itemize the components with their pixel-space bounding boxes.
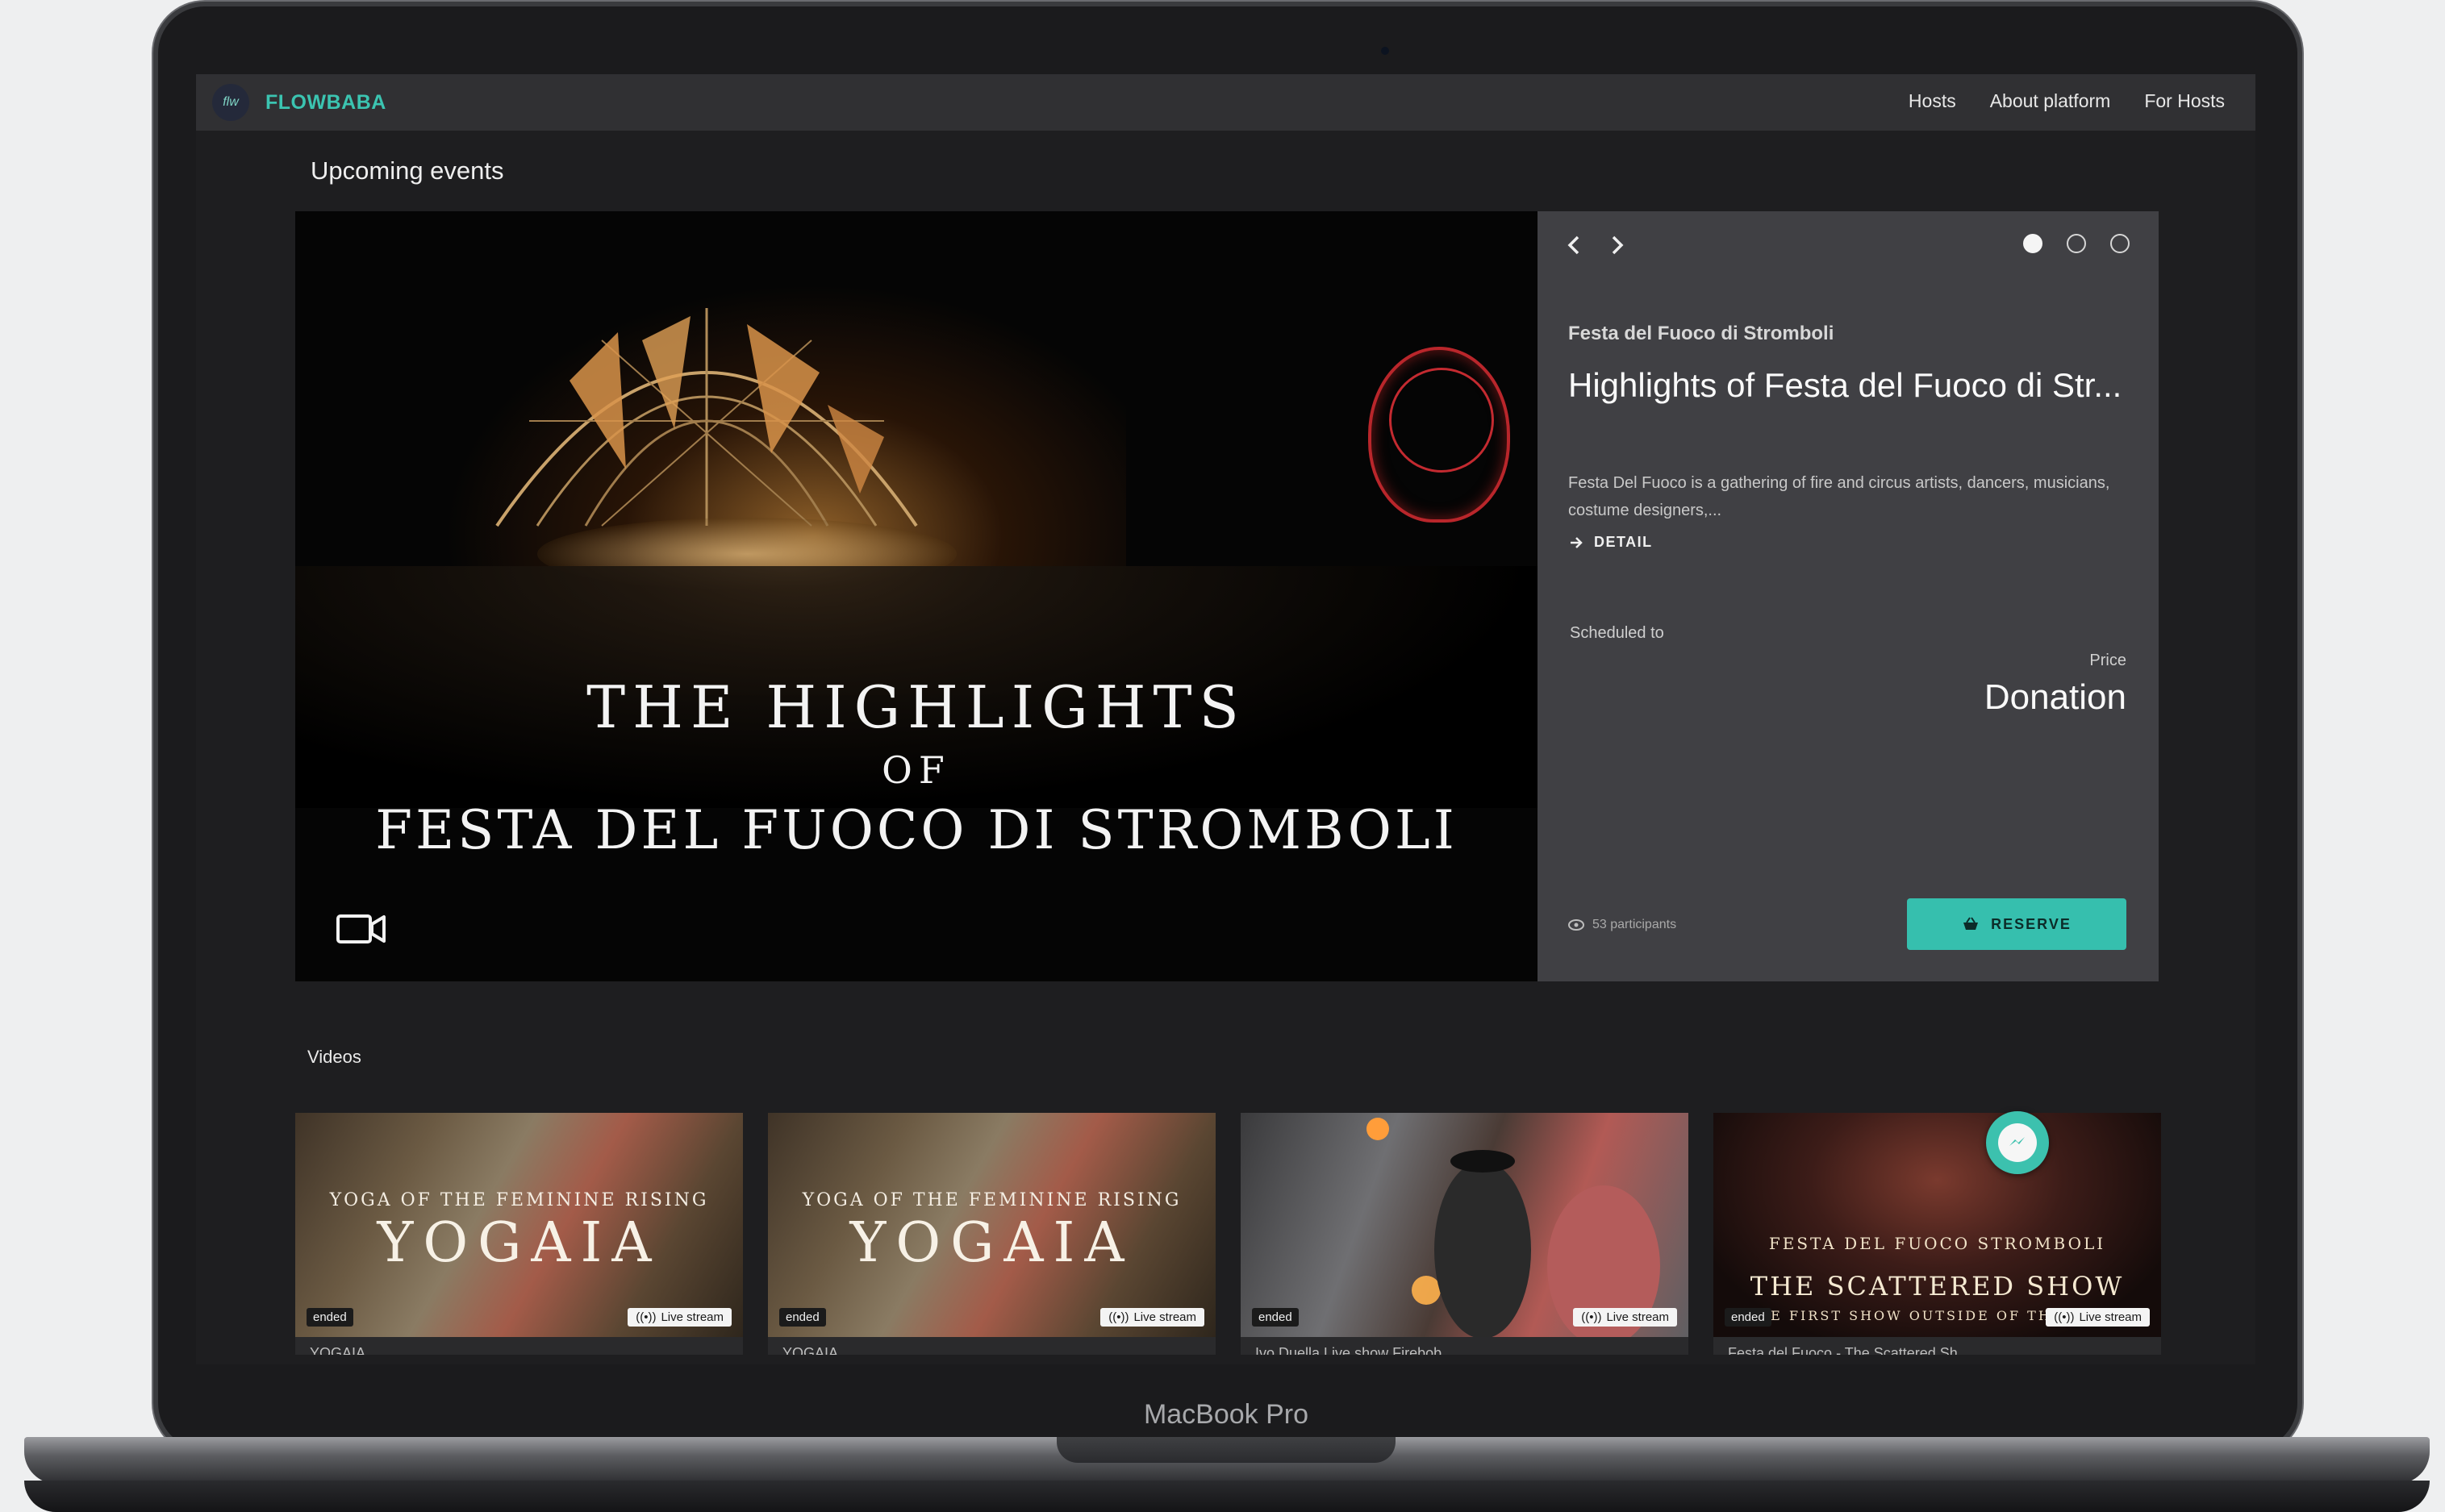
festival-emblem-icon	[1368, 347, 1510, 523]
nav-links: Hosts About platform For Hosts	[1909, 90, 2225, 112]
detail-label: DETAIL	[1594, 534, 1653, 550]
hero-title-line-1: The Highlights	[586, 673, 1246, 741]
nav-link-for-hosts[interactable]: For Hosts	[2144, 90, 2225, 112]
live-stream-label: Live stream	[661, 1310, 724, 1324]
flowbaba-logo-icon[interactable]: flw	[212, 84, 249, 121]
price-value: Donation	[1984, 677, 2126, 717]
basket-icon	[1963, 917, 1979, 930]
carousel-dot-3[interactable]	[2110, 234, 2130, 253]
device-model-label: MacBook Pro	[1143, 1399, 1309, 1430]
scheduled-label: Scheduled to	[1570, 624, 1664, 642]
video-card-scattered-show[interactable]: FESTA DEL FUOCO STROMBOLI THE SCATTERED …	[1713, 1113, 2161, 1355]
live-stream-label: Live stream	[1606, 1310, 1669, 1324]
fire-performer-graphic	[1366, 1118, 1660, 1337]
price-label: Price	[2089, 652, 2126, 669]
live-stream-badge: ((•)) Live stream	[1100, 1308, 1204, 1327]
browser-screen: flw FLOWBABA Hosts About platform For Ho…	[196, 74, 2255, 1364]
video-thumbnail[interactable]: ended ((•)) Live stream	[1241, 1113, 1688, 1337]
broadcast-icon: ((•))	[1108, 1310, 1129, 1324]
live-stream-badge: ((•)) Live stream	[1573, 1308, 1677, 1327]
participants-count: 53 participants	[1568, 918, 1676, 932]
ended-badge: ended	[307, 1308, 353, 1327]
eye-icon	[1568, 919, 1584, 931]
messenger-bolt-icon	[2009, 1137, 2025, 1146]
video-card-fire-show[interactable]: ended ((•)) Live stream Ivo Duella Live …	[1241, 1113, 1688, 1355]
video-card-yogaia-2[interactable]: YOGA OF THE FEMININE RISING YOGAIA ended…	[768, 1113, 1216, 1355]
carousel-dot-1[interactable]	[2023, 234, 2042, 253]
videos-list: YOGA OF THE FEMININE RISING YOGAIA ended…	[295, 1113, 2161, 1355]
live-stream-badge: ((•)) Live stream	[2046, 1308, 2150, 1327]
next-slide-button[interactable]	[1600, 229, 1633, 261]
hero-title: The Highlights of Festa del Fuoco di Str…	[295, 671, 1538, 864]
video-card-yogaia-1[interactable]: YOGA OF THE FEMININE RISING YOGAIA ended…	[295, 1113, 743, 1355]
messenger-chat-button[interactable]	[1986, 1111, 2049, 1174]
hero-title-line-3: Festa del Fuoco di Stromboli	[375, 799, 1458, 861]
brand-name[interactable]: FLOWBABA	[265, 91, 386, 115]
event-detail-panel: Festa del Fuoco di Stromboli Highlights …	[1538, 211, 2159, 981]
top-navbar: flw FLOWBABA Hosts About platform For Ho…	[196, 74, 2255, 131]
event-host-name[interactable]: Festa del Fuoco di Stromboli	[1568, 323, 1834, 345]
ended-badge: ended	[779, 1308, 826, 1327]
thumbnail-title: YOGAIA	[377, 1211, 661, 1275]
thumbnail-subtitle: FESTA DEL FUOCO STROMBOLI	[1768, 1234, 2106, 1253]
prev-slide-button[interactable]	[1558, 229, 1591, 261]
reserve-button[interactable]: RESERVE	[1907, 898, 2126, 950]
reserve-label: RESERVE	[1991, 915, 2072, 932]
live-stream-label: Live stream	[2079, 1310, 2142, 1324]
video-thumbnail[interactable]: FESTA DEL FUOCO STROMBOLI THE SCATTERED …	[1713, 1113, 2161, 1337]
video-thumbnail[interactable]: YOGA OF THE FEMININE RISING YOGAIA ended…	[768, 1113, 1216, 1337]
live-stream-badge: ((•)) Live stream	[628, 1308, 732, 1327]
video-thumbnail[interactable]: YOGA OF THE FEMININE RISING YOGAIA ended…	[295, 1113, 743, 1337]
thumbnail-subtitle: YOGA OF THE FEMININE RISING	[329, 1190, 709, 1210]
upcoming-events-heading: Upcoming events	[311, 156, 504, 185]
event-title: Highlights of Festa del Fuoco di Str...	[1568, 366, 2122, 404]
event-hero-image[interactable]: The Highlights of Festa del Fuoco di Str…	[295, 211, 1538, 981]
broadcast-icon: ((•))	[2054, 1310, 2075, 1324]
carousel-dots	[2023, 234, 2130, 253]
laptop-base-bottom	[24, 1481, 2430, 1512]
video-title[interactable]: YOGAIA	[310, 1345, 365, 1355]
broadcast-icon: ((•))	[636, 1310, 657, 1324]
emblem-ring	[1389, 368, 1494, 473]
video-camera-icon	[336, 914, 386, 943]
video-title[interactable]: YOGAIA	[782, 1345, 838, 1355]
laptop-hinge-notch	[1057, 1437, 1396, 1463]
participants-text: 53 participants	[1592, 918, 1677, 931]
broadcast-icon: ((•))	[1581, 1310, 1602, 1324]
arrow-right-icon	[1571, 536, 1583, 548]
video-title[interactable]: Ivo Duella Live show Firebob...	[1255, 1345, 1454, 1355]
thumbnail-title: THE SCATTERED SHOW	[1750, 1271, 2125, 1302]
video-title[interactable]: Festa del Fuoco - The Scattered Sh...	[1728, 1345, 1970, 1355]
camera-dot	[1381, 47, 1389, 55]
videos-heading: Videos	[307, 1047, 361, 1067]
carousel-dot-2[interactable]	[2067, 234, 2086, 253]
thumbnail-title: YOGAIA	[849, 1211, 1134, 1275]
chevron-left-icon	[1567, 235, 1579, 255]
thumbnail-subtitle: YOGA OF THE FEMININE RISING	[802, 1190, 1182, 1210]
ended-badge: ended	[1725, 1308, 1771, 1327]
event-description: Festa Del Fuoco is a gathering of fire a…	[1568, 474, 2110, 519]
chevron-right-icon	[1612, 235, 1624, 255]
hero-title-line-2: of	[882, 748, 951, 792]
ended-badge: ended	[1252, 1308, 1299, 1327]
detail-link[interactable]: DETAIL	[1568, 534, 1653, 551]
nav-link-about-platform[interactable]: About platform	[1990, 90, 2111, 112]
live-stream-label: Live stream	[1133, 1310, 1196, 1324]
nav-link-hosts[interactable]: Hosts	[1909, 90, 1956, 112]
messenger-icon	[1998, 1123, 2037, 1162]
